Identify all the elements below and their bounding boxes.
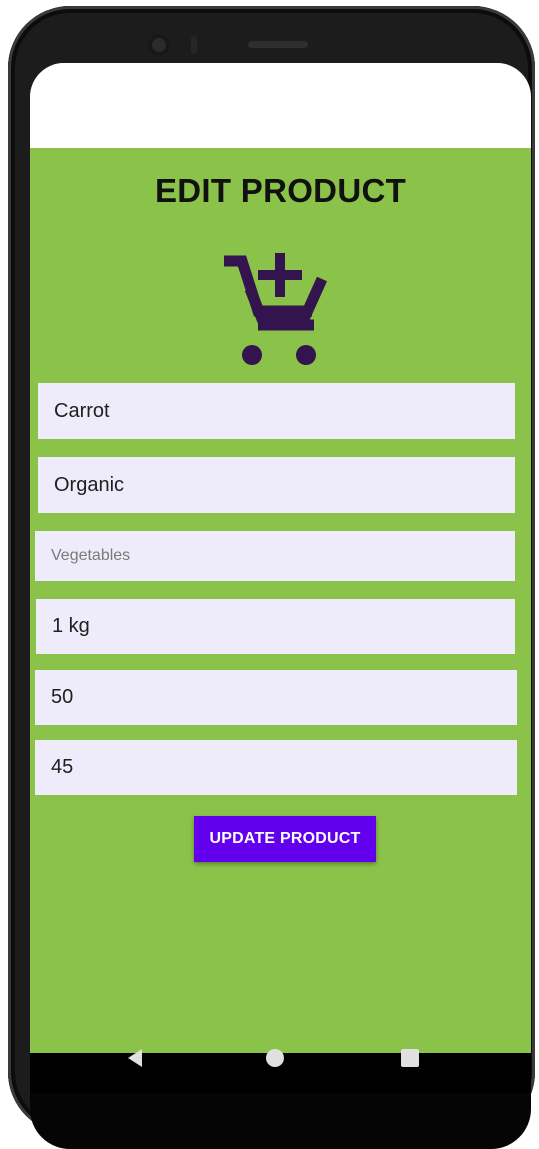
product-discount-price-input[interactable] [51, 756, 517, 779]
product-price-field[interactable] [35, 670, 517, 725]
proximity-sensor [191, 36, 197, 54]
product-quantity-field[interactable] [36, 599, 515, 654]
product-name-input[interactable] [54, 399, 515, 423]
update-product-button[interactable]: UPDATE PRODUCT [194, 816, 376, 862]
product-category-field[interactable] [35, 531, 515, 581]
home-icon[interactable] [266, 1049, 284, 1067]
product-discount-price-field[interactable] [35, 740, 517, 795]
product-name-field[interactable] [38, 383, 515, 439]
product-type-field[interactable] [38, 457, 515, 513]
recents-icon[interactable] [401, 1049, 419, 1067]
screen: EDIT PRODUCT Carrot Organic Vegetables 1… [30, 63, 531, 1093]
edit-product-form: EDIT PRODUCT Carrot Organic Vegetables 1… [30, 148, 531, 1053]
product-category-input[interactable] [51, 547, 515, 565]
bottom-bezel [30, 1093, 531, 1149]
product-type-input[interactable] [54, 473, 515, 497]
back-icon[interactable] [128, 1049, 142, 1067]
product-quantity-input[interactable] [52, 615, 515, 638]
status-bar [30, 63, 531, 148]
front-camera [148, 34, 170, 56]
earpiece-speaker [248, 41, 308, 48]
add-shopping-cart-icon [224, 253, 328, 365]
page-title: EDIT PRODUCT [154, 172, 407, 209]
phone-frame: EDIT PRODUCT Carrot Organic Vegetables 1… [8, 6, 535, 1149]
product-price-input[interactable] [51, 686, 517, 709]
